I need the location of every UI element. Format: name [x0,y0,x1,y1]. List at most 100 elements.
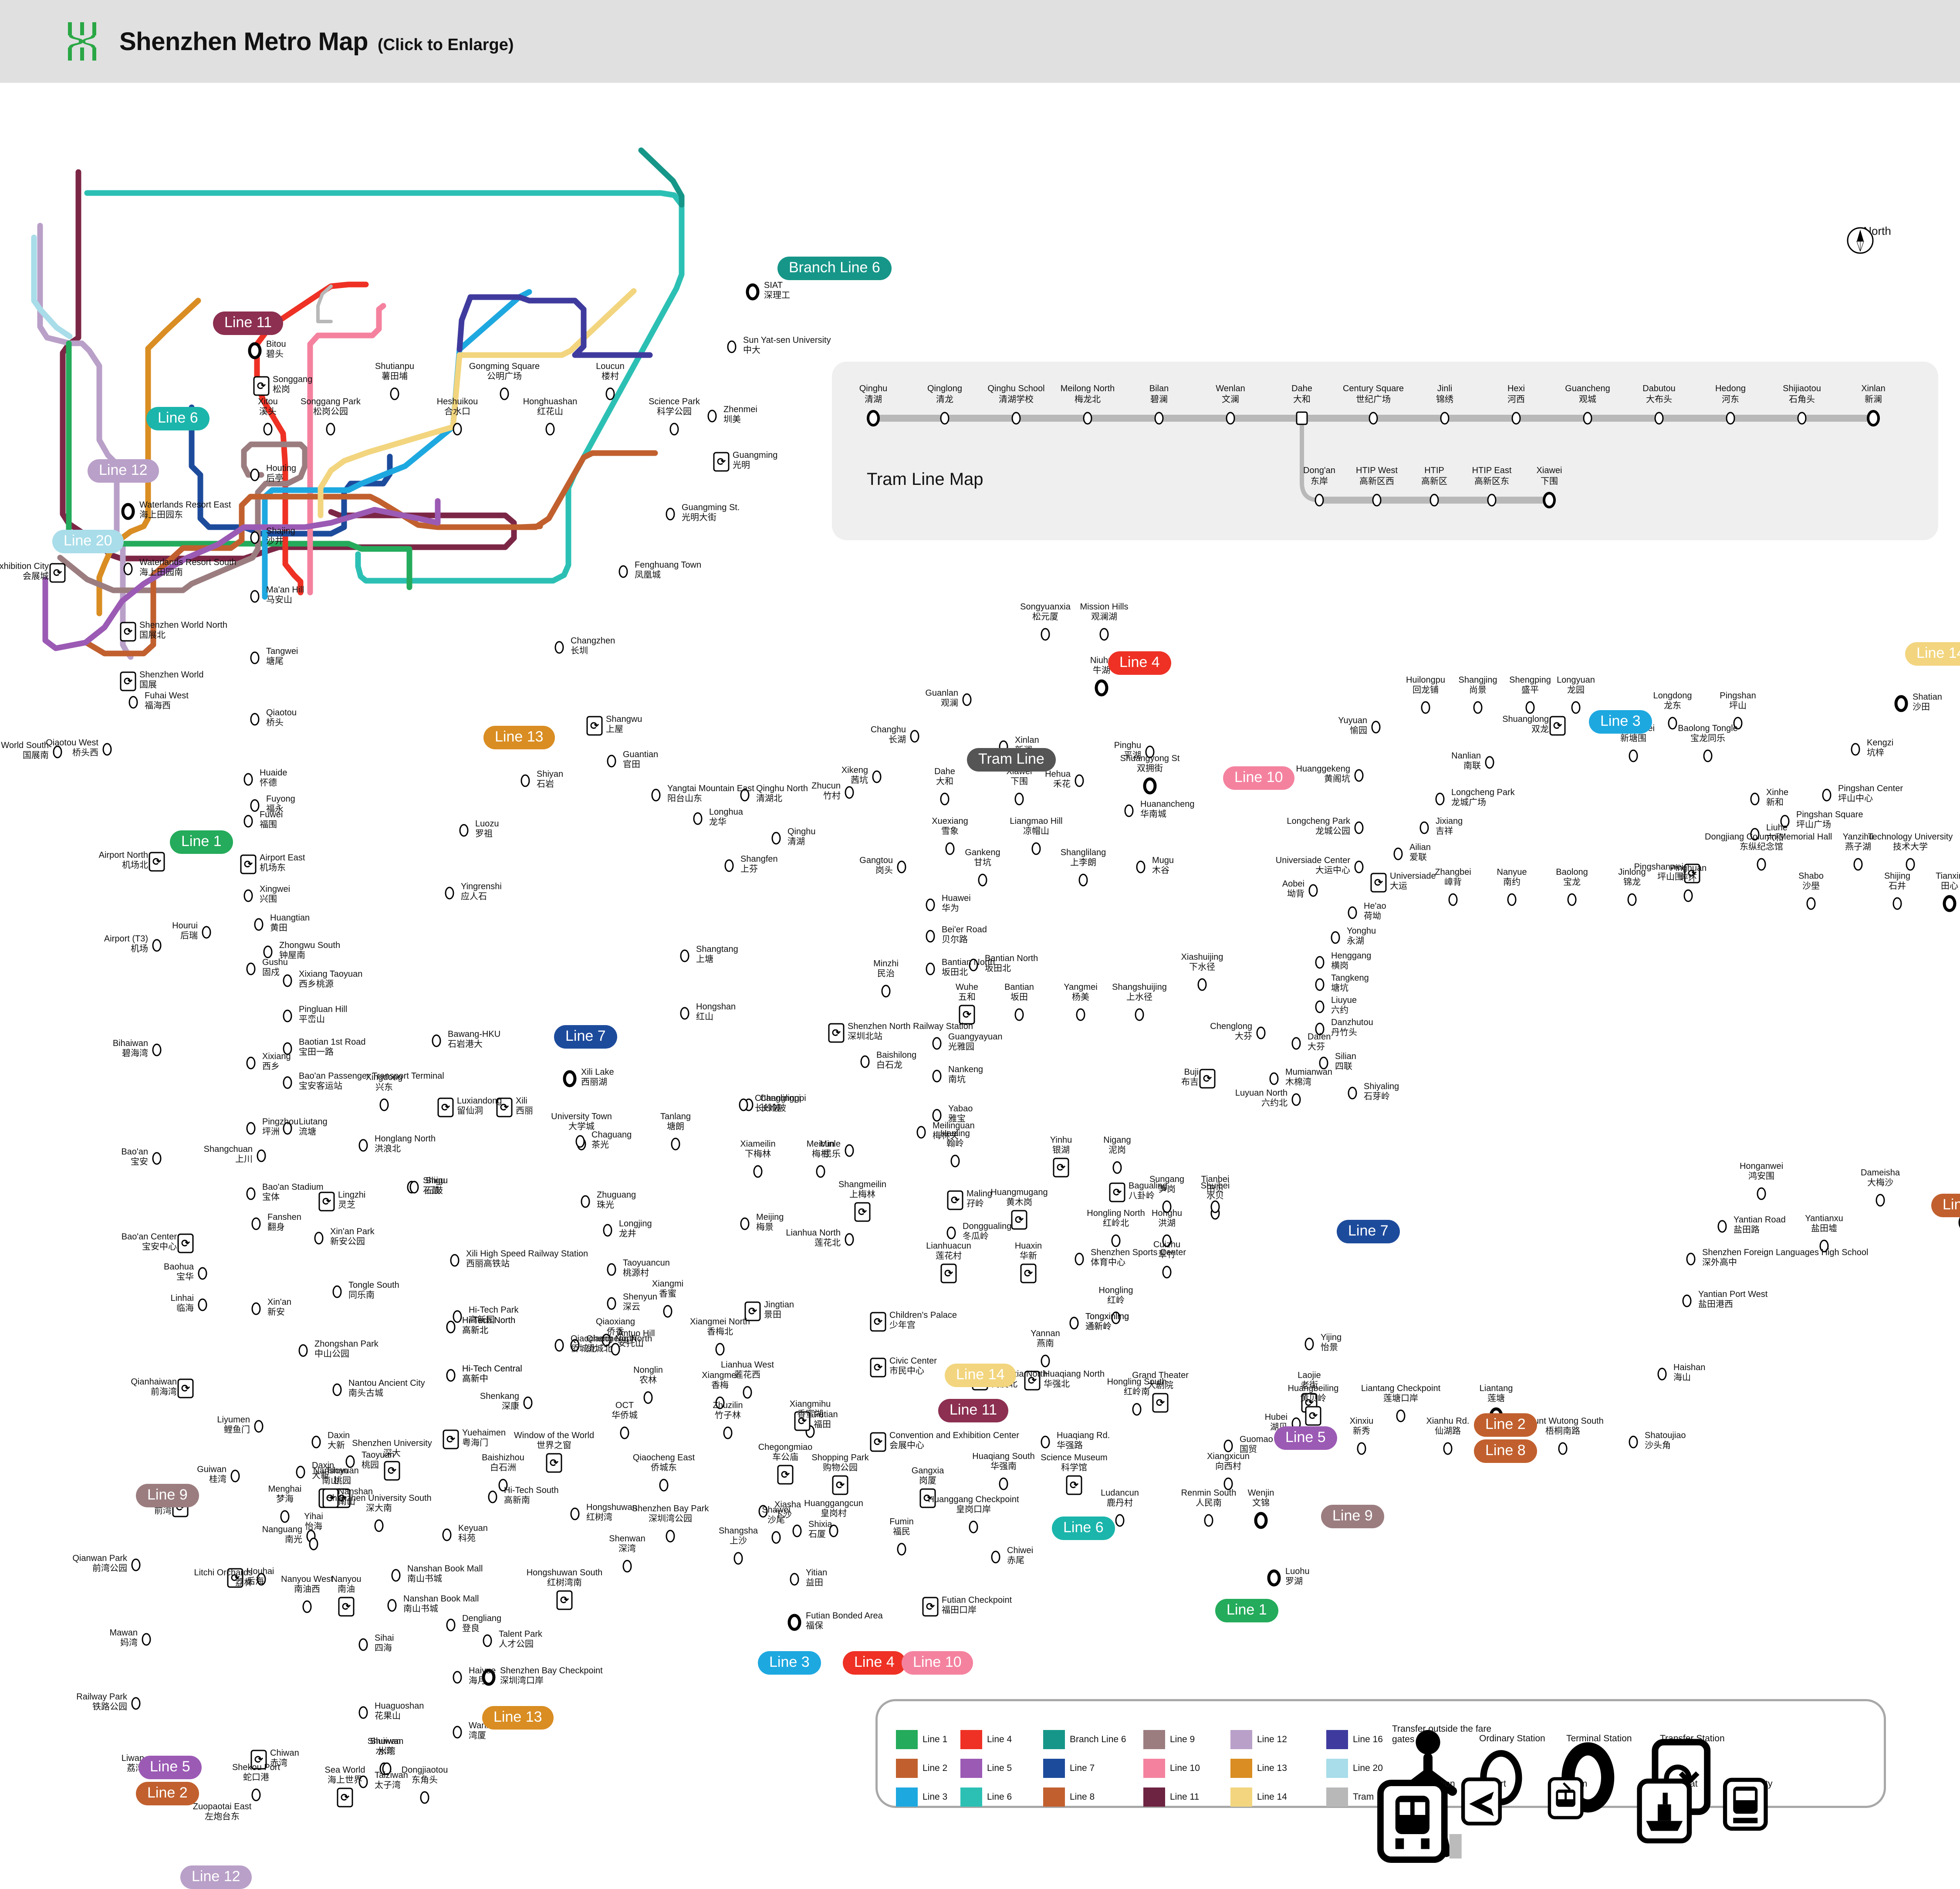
line-bullet-line-1[interactable]: Line 1 [1215,1599,1278,1622]
station-label[interactable]: Henggang 横岗 [1331,951,1371,971]
station-label[interactable]: Xiangmi 香蜜 [611,1279,724,1299]
station-label[interactable]: Zhongshan Park 中山公园 [314,1339,378,1359]
station-label[interactable]: Longcheng Park 龙城公园 [1233,816,1350,836]
station-label[interactable]: Waterlands Resort East 海上田园东 [139,500,231,520]
station-label[interactable]: Qinghu 清湖 [787,827,816,847]
station-label[interactable]: Xin'an Park 新安公园 [330,1227,375,1247]
station-label[interactable]: Hehua 禾花 [953,769,1071,789]
station-label[interactable]: Baishilong 白石龙 [876,1050,916,1070]
line-bullet-line-10[interactable]: Line 10 [1223,766,1294,790]
station-label[interactable]: Convention & Exhibition City会展城 [0,562,49,582]
station-label[interactable]: Shangsha 上沙 [682,1526,795,1546]
station-label[interactable]: Hi-Tech Central 高新中 [462,1364,522,1384]
station-label[interactable]: Qiaocheng North 侨城北 [571,1334,636,1354]
station-label[interactable]: Hongshuwan South 红树湾南 [508,1568,621,1588]
station-label[interactable]: Yannan 燕南 [989,1329,1102,1349]
station-label[interactable]: Tongle South 同乐南 [348,1280,399,1300]
station-label[interactable]: Liangmao Hill 凉帽山 [980,816,1093,836]
station-label[interactable]: Xin'an 新安 [267,1297,291,1317]
station-label[interactable]: Nigang 泥岗 [1061,1135,1174,1155]
station-label[interactable]: Longjing 龙井 [619,1219,652,1239]
station-label[interactable]: Shatoujiao 沙头角 [1645,1431,1686,1451]
line-bullet-line-9[interactable]: Line 9 [136,1484,199,1507]
station-label[interactable]: Tanlang 塘朗 [619,1112,732,1132]
line-bullet-line-11[interactable]: Line 11 [213,311,284,335]
station-label[interactable]: Haishan 海山 [1673,1363,1705,1383]
station-label[interactable]: Shenzhen World 国展 [139,670,204,690]
station-label[interactable]: Liuyue 六约 [1331,995,1357,1016]
station-label[interactable]: Universiade Center 大运中心 [1233,856,1350,876]
station-label[interactable]: Guanlan 观澜 [841,688,958,708]
station-label[interactable]: Ailian 爱联 [1409,843,1431,863]
station-label[interactable]: Tangkeng 塘坑 [1331,973,1369,993]
station-label[interactable]: Huaide 怀德 [260,768,287,788]
station-label[interactable]: Huaguoshan 花果山 [375,1701,424,1721]
station-label[interactable]: Guantian 官田 [623,750,658,770]
station-label[interactable]: Shixia 石厦 [808,1520,832,1540]
line-bullet-line-5[interactable]: Line 5 [1274,1426,1337,1450]
station-label[interactable]: Aobei 坳背 [1187,879,1304,899]
station-label[interactable]: Yonghu 永湖 [1347,926,1376,946]
station-label[interactable]: Keyuan 科苑 [458,1523,488,1544]
station-label[interactable]: Technology University 技术大学 [1854,832,1960,852]
station-label[interactable]: Baohua 宝华 [76,1262,194,1282]
station-label[interactable]: He'ao 荷坳 [1364,901,1386,921]
station-label[interactable]: Ma'an Hill 马安山 [266,585,304,605]
station-label[interactable]: Shenzhen Bay Park 深圳湾公园 [614,1504,727,1524]
station-label[interactable]: Cuizhu 翠竹 [1110,1240,1223,1260]
station-label[interactable]: Yijing 怡景 [1321,1333,1342,1353]
station-label[interactable]: Xixiang 西乡 [262,1052,291,1072]
station-label[interactable]: Qianwan Park 前湾公园 [10,1554,127,1574]
station-label[interactable]: Hubei 湖贝 [1170,1412,1288,1432]
line-bullet-line-14[interactable]: Line 14 [945,1364,1016,1387]
station-label[interactable]: Huanggang Checkpoint 皇岗口岸 [917,1495,1030,1515]
station-label[interactable]: Nanlian 南联 [1363,751,1481,771]
station-label[interactable]: Luozu 罗祖 [475,819,499,839]
station-label[interactable]: Shatian 沙田 [1913,692,1942,712]
station-label[interactable]: Nanshan Book Mall 南山书城 [403,1594,479,1614]
station-label[interactable]: Changlingpi 长岭陂 [755,1093,801,1114]
station-label[interactable]: Pingzhou 坪洲 [262,1117,298,1137]
station-label[interactable]: Xinhe 新和 [1766,788,1788,808]
station-label[interactable]: Pinghuan 坪环 [1632,863,1745,884]
line-bullet-line-8[interactable]: Line 8 [1931,1194,1960,1217]
station-label[interactable]: Liwan 荔湾 [27,1754,144,1774]
station-label[interactable]: Waterlands Resort South 海上田园南 [139,558,237,578]
station-label[interactable]: Talent Park 人才公园 [499,1629,542,1649]
station-label[interactable]: Qianhaiwan 前海湾 [59,1377,177,1397]
station-label[interactable]: Yantian Port West 盐田港西 [1698,1290,1767,1310]
station-label[interactable]: Nanyou 南油 [290,1574,403,1594]
station-label[interactable]: Yitian 益田 [806,1568,827,1588]
station-label[interactable]: Hongshan 红山 [696,1002,736,1022]
station-label[interactable]: Huawei 华为 [942,894,971,914]
station-label[interactable]: Tangwei 塘尾 [266,647,298,667]
station-label[interactable]: Fanshen 翻身 [267,1212,301,1232]
station-label[interactable]: Fuhai West 福海西 [145,691,189,711]
station-label[interactable]: Jingtian 景田 [764,1300,794,1320]
station-label[interactable]: Xiashuijing 下水径 [1146,952,1259,972]
station-label[interactable]: Xiangmihu 香蜜湖 [754,1399,867,1419]
line-bullet-line-3[interactable]: Line 3 [758,1651,821,1675]
station-label[interactable]: Gongming Square 公明广场 [448,362,561,382]
station-label[interactable]: Huanancheng 华南城 [1140,799,1195,819]
station-label[interactable]: Pingshan Square 坪山广场 [1796,810,1863,830]
line-bullet-tram-line[interactable]: Tram Line [967,748,1056,772]
station-label[interactable]: Luxiandong 留仙洞 [457,1096,502,1116]
line-bullet-line-6[interactable]: Line 6 [146,407,210,430]
station-label[interactable]: Menghai 梦海 [228,1484,341,1504]
station-label[interactable]: Buji 布吉 [1081,1067,1199,1087]
station-label[interactable]: Lingzhi 灵芝 [338,1190,365,1210]
station-label[interactable]: Guangyayuan 光雅园 [948,1032,1003,1052]
station-label[interactable]: Honghu 洪湖 [1110,1209,1223,1229]
station-label[interactable]: Shiyan 石岩 [537,769,563,789]
station-label[interactable]: Shajing 沙井 [266,526,295,546]
station-label[interactable]: Tianxin田心 [1893,871,1960,891]
station-label[interactable]: Liantang 莲塘 [1440,1384,1553,1404]
station-label[interactable]: Shanglilang 上李朗 [1027,848,1140,868]
station-label[interactable]: Huaxin 华新 [972,1241,1085,1261]
station-label[interactable]: Fumin 福民 [845,1517,958,1537]
station-label[interactable]: Dafen 大芬 [1308,1032,1331,1052]
station-label[interactable]: Baishizhou 白石洲 [446,1453,560,1473]
station-label[interactable]: Shuanglong 双龙 [1431,714,1549,735]
station-label[interactable]: Shangfen 上芬 [740,854,778,874]
